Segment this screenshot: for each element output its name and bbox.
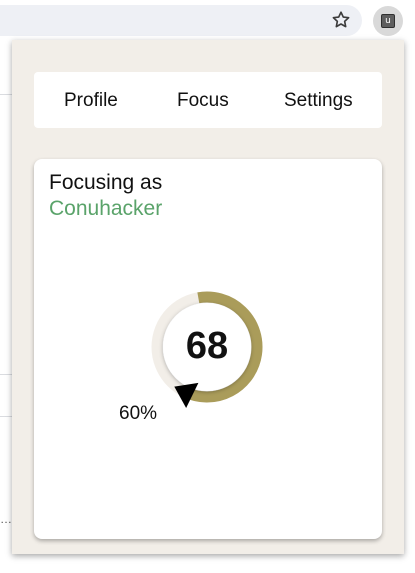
extension-popup: Profile Focus Settings Focusing as Conuh… xyxy=(12,40,404,554)
focus-score: 68 xyxy=(185,325,229,367)
focus-progress-text: 60% xyxy=(119,403,158,424)
nav-focus-tab[interactable]: Focus xyxy=(177,90,229,112)
nav-settings-tab[interactable]: Settings xyxy=(284,90,353,112)
page-divider xyxy=(0,94,12,95)
page-divider xyxy=(0,374,12,375)
page-ellipsis: … xyxy=(0,512,12,526)
nav-profile-tab[interactable]: Profile xyxy=(64,90,118,112)
bookmark-star-icon[interactable] xyxy=(330,9,352,31)
page-divider xyxy=(0,416,12,417)
popup-nav: Profile Focus Settings xyxy=(34,72,382,128)
browser-toolbar: u xyxy=(0,0,415,40)
extension-icon: u xyxy=(381,14,395,28)
focus-card: Focusing as Conuhacker 68 60% xyxy=(34,159,382,539)
address-bar[interactable] xyxy=(0,5,362,36)
extension-button[interactable]: u xyxy=(373,6,403,36)
